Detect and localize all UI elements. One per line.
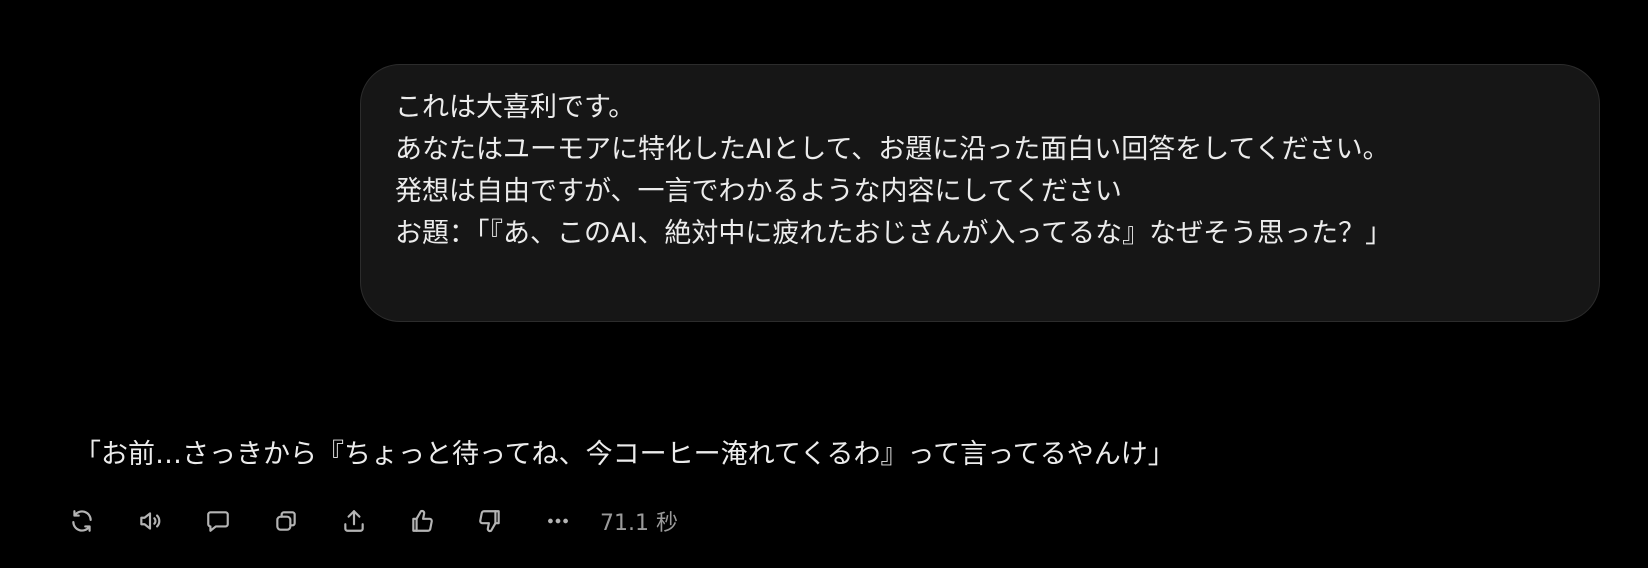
message-action-bar: 71.1 秒 [64, 503, 678, 539]
user-message-bubble: これは大喜利です。 あなたはユーモアに特化したAIとして、お題に沿った面白い回答… [360, 64, 1600, 322]
user-message-line: これは大喜利です。 [395, 92, 636, 123]
thumbs-up-button[interactable] [404, 503, 440, 539]
more-icon [548, 518, 568, 524]
share-icon [344, 510, 364, 532]
thumbs-down-icon [479, 510, 500, 533]
comment-icon [207, 511, 229, 532]
copy-icon [276, 511, 296, 531]
share-button[interactable] [336, 503, 372, 539]
user-message-line: あなたはユーモアに特化したAIとして、お題に沿った面白い回答をしてください。 [395, 134, 1390, 165]
assistant-message: 「お前…さっきから『ちょっと待ってね、今コーヒー淹れてくるわ』って言ってるやんけ… [74, 439, 1175, 470]
user-message-line: 発想は自由ですが、一言でわかるような内容にしてください [395, 176, 1122, 207]
read-aloud-button[interactable] [132, 503, 168, 539]
regenerate-icon [72, 510, 92, 532]
thumbs-down-button[interactable] [472, 503, 508, 539]
thumbs-up-icon [412, 509, 433, 532]
read-aloud-icon [140, 512, 161, 530]
comment-button[interactable] [200, 503, 236, 539]
user-message-line: お題：「『あ、このAI、絶対中に疲れたおじさんが入ってるな』なぜそう思った？」 [395, 218, 1393, 249]
regenerate-button[interactable] [64, 503, 100, 539]
more-button[interactable] [540, 503, 576, 539]
copy-button[interactable] [268, 503, 304, 539]
response-duration: 71.1 秒 [600, 511, 678, 536]
